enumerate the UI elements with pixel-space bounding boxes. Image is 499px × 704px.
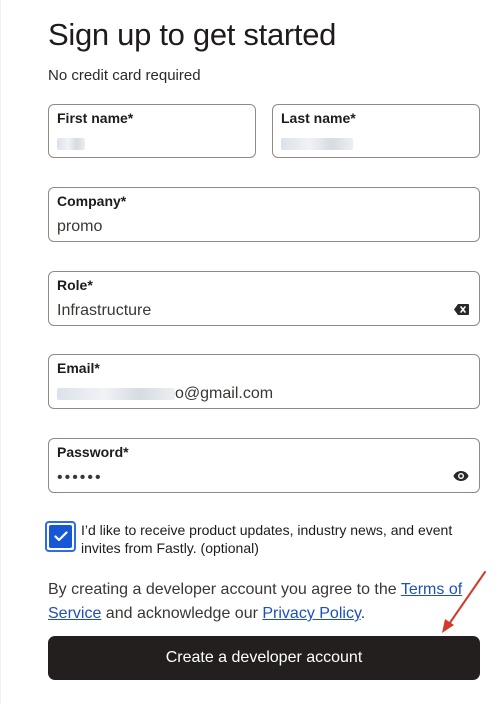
company-value: promo <box>57 218 103 235</box>
legal-prefix: By creating a developer account you agre… <box>48 581 401 598</box>
signup-page: Sign up to get started No credit card re… <box>0 0 499 704</box>
email-visible-part: o@gmail.com <box>175 385 274 402</box>
show-password-eye-icon[interactable] <box>453 468 469 484</box>
clear-input-icon[interactable] <box>453 301 469 317</box>
checkmark-icon <box>53 531 68 542</box>
legal-text: By creating a developer account you agre… <box>48 578 488 626</box>
company-label: Company* <box>57 193 127 209</box>
legal-suffix: . <box>360 605 366 622</box>
last-name-label: Last name* <box>281 110 356 126</box>
page-title: Sign up to get started <box>48 17 337 52</box>
email-field[interactable]: Email* o@gmail.com <box>48 354 480 409</box>
first-name-field[interactable]: First name* <box>48 104 256 158</box>
consent-checkbox[interactable] <box>45 521 76 552</box>
create-account-button[interactable]: Create a developer account <box>48 636 480 680</box>
role-value: Infrastructure <box>57 302 152 319</box>
last-name-field[interactable]: Last name* <box>272 104 480 158</box>
email-label: Email* <box>57 360 100 376</box>
last-name-value <box>281 135 353 153</box>
role-label: Role* <box>57 277 93 293</box>
password-field[interactable]: Password* •••••• <box>48 438 480 493</box>
company-field[interactable]: Company* promo <box>48 187 480 242</box>
privacy-policy-link[interactable]: Privacy Policy <box>262 605 360 622</box>
first-name-value <box>57 135 85 153</box>
password-value: •••••• <box>57 469 103 486</box>
first-name-label: First name* <box>57 110 134 126</box>
legal-middle: and acknowledge our <box>101 605 263 622</box>
password-label: Password* <box>57 444 129 460</box>
redacted-text <box>281 137 353 150</box>
consent-label[interactable]: I’d like to receive product updates, ind… <box>81 521 486 557</box>
page-subtitle: No credit card required <box>48 67 201 84</box>
redacted-text <box>57 137 85 150</box>
redacted-text <box>57 387 175 400</box>
role-field[interactable]: Role* Infrastructure <box>48 271 480 326</box>
email-value: o@gmail.com <box>57 385 273 403</box>
checkbox-checked-indicator <box>49 525 72 548</box>
